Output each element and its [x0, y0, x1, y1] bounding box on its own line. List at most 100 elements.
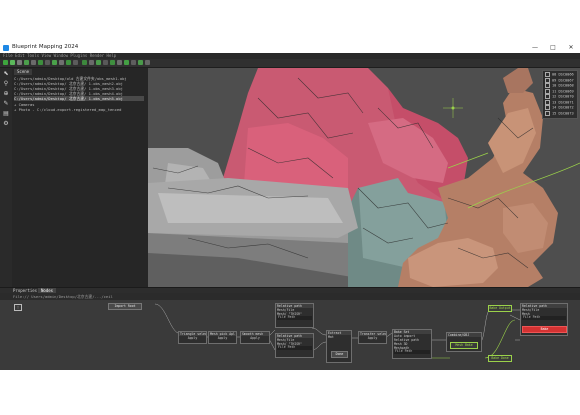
graph-root-icon[interactable]: ⬚ [14, 304, 22, 311]
projection-id: 12 [552, 94, 557, 99]
projection-name: DSC0073 [558, 111, 574, 115]
bake-done-button[interactable]: Bake Done [488, 355, 512, 362]
projection-name: DSC0068 [558, 83, 574, 88]
open-icon[interactable] [10, 60, 15, 65]
apply-button[interactable]: Apply [209, 336, 236, 340]
triangle-select-node[interactable]: Triangle select Apply [178, 331, 207, 344]
import-icon[interactable] [24, 60, 29, 65]
bake-icon[interactable] [103, 60, 108, 65]
render-icon[interactable] [66, 60, 71, 65]
projection-id: 14 [552, 105, 557, 110]
save-icon[interactable] [17, 60, 22, 65]
projection-id: 15 [552, 111, 557, 115]
checkbox-icon[interactable] [545, 94, 550, 99]
relative-path-node-2[interactable]: Relative path Mesh/File Mesh/ "THISR" Fi… [275, 333, 314, 358]
camera-icon[interactable] [52, 60, 57, 65]
project-icon[interactable] [110, 60, 115, 65]
search-icon[interactable]: ⚲ [3, 81, 9, 87]
settings-icon[interactable] [73, 60, 78, 65]
projection-row[interactable]: 11 DSC0069 [545, 88, 575, 94]
path-bar: File:// Users/admin/Desktop/北京古建/.../cei… [0, 293, 580, 300]
texture-icon[interactable] [96, 60, 101, 65]
combine-node[interactable]: Combine/OBJ Mesh Bake [446, 332, 482, 352]
scene-row-photo[interactable]: + Photo - C:/cloud.export.registered_map… [14, 107, 144, 112]
mesh-select-node[interactable]: Mesh pick Apl Apply [208, 331, 237, 344]
maximize-button[interactable]: □ [544, 43, 562, 53]
checkbox-icon[interactable] [545, 99, 550, 105]
app-logo-icon [3, 45, 9, 51]
checkbox-icon[interactable] [545, 110, 550, 116]
bake-output-button[interactable]: Bake Output [488, 305, 512, 312]
brush-icon[interactable]: ✎ [3, 101, 9, 107]
import-root-button[interactable]: Import Root [108, 303, 142, 310]
app-window: Blueprint Mapping 2024 — □ ✕ File Edit T… [0, 43, 580, 370]
file-path-field[interactable]: File Path [277, 315, 312, 320]
projection-row[interactable]: 09 DSC0067 [545, 77, 575, 83]
current-path[interactable]: File:// Users/admin/Desktop/北京古建/.../cei… [13, 293, 113, 300]
export-icon[interactable] [31, 60, 36, 65]
relative-path-node-1[interactable]: Relative path Mesh/File Mesh/ "THISR" Fi… [275, 303, 314, 328]
bake-set-node[interactable]: Bake Set Auto import Relative path Mesh … [392, 329, 432, 359]
extract-node[interactable]: Extract Mat Done [326, 330, 352, 363]
file-path-field[interactable]: File Path [522, 315, 566, 320]
apply-button[interactable]: Apply [241, 336, 269, 340]
projection-id: 10 [552, 83, 557, 88]
redo-icon[interactable] [45, 60, 50, 65]
select-icon[interactable] [124, 60, 129, 65]
projection-id: 11 [552, 89, 557, 93]
scene-tab[interactable]: Scene [14, 69, 33, 75]
projection-row[interactable]: 10 DSC0068 [545, 83, 575, 88]
file-path-field[interactable]: File Path [394, 349, 430, 354]
checkbox-icon[interactable] [545, 77, 550, 83]
projection-row[interactable]: 13 DSC0071 [545, 99, 575, 105]
smooth-mesh-node[interactable]: Smooth mesh Apply [240, 331, 270, 344]
checkbox-icon[interactable] [545, 83, 550, 88]
3d-viewport[interactable]: 08 DSC0066 09 DSC0067 10 DSC0068 11 DSC0… [148, 68, 580, 287]
projection-id: 08 [552, 72, 557, 77]
projection-name: DSC0066 [558, 72, 574, 77]
paint-icon[interactable] [117, 60, 122, 65]
transfer-select-node[interactable]: Transfer select Apply [358, 331, 387, 344]
mesh-icon[interactable] [89, 60, 94, 65]
node-title: Combine/OBJ [447, 333, 481, 337]
layers-tool-icon[interactable]: ▤ [3, 111, 9, 117]
gear-icon[interactable]: ⚙ [3, 121, 9, 127]
toolbar [0, 59, 580, 68]
projection-name: DSC0067 [558, 78, 574, 82]
projection-id: 13 [552, 100, 557, 104]
light-icon[interactable] [138, 60, 143, 65]
projection-name: DSC0070 [558, 94, 574, 99]
extract-done-button[interactable]: Done [331, 351, 348, 358]
scene-panel: Scene C:/Users/admin/Desktop/old 古建文件夹/o… [12, 68, 148, 287]
node-graph[interactable]: ⬚ Import Root Triangle select Apply Mesh… [0, 300, 580, 370]
projection-name: DSC0071 [558, 100, 574, 104]
checkbox-icon[interactable] [545, 105, 550, 110]
projection-name: DSC0069 [558, 89, 574, 93]
apply-button[interactable]: Apply [179, 336, 206, 340]
menu-items[interactable]: File Edit Tools View Window Plugins Rend… [3, 53, 116, 58]
checkbox-icon[interactable] [545, 72, 550, 77]
projection-row[interactable]: 12 DSC0070 [545, 94, 575, 99]
mesh-bake-button[interactable]: Mesh Bake [450, 342, 478, 349]
node-row: Mat [328, 335, 334, 339]
projection-row[interactable]: 14 DSC0072 [545, 105, 575, 110]
close-button[interactable]: ✕ [562, 43, 580, 53]
help-icon[interactable] [145, 60, 150, 65]
pointer-icon[interactable]: ⬉ [3, 71, 9, 77]
new-icon[interactable] [3, 60, 8, 65]
grid-icon[interactable] [59, 60, 64, 65]
file-path-field[interactable]: File Path [277, 345, 312, 350]
layers-icon[interactable] [82, 60, 87, 65]
scene-row-selected[interactable]: C:/Users/admin/Desktop/ 北京古建/ 1.obs_mesh… [14, 96, 144, 101]
minimize-button[interactable]: — [526, 43, 544, 53]
checkbox-icon[interactable] [545, 88, 550, 94]
viewport-render [148, 68, 580, 287]
projection-row[interactable]: 15 DSC0073 [545, 110, 575, 116]
bake-button[interactable]: Bake [522, 326, 567, 333]
projection-row[interactable]: 08 DSC0066 [545, 72, 575, 77]
apply-button[interactable]: Apply [359, 336, 386, 340]
undo-icon[interactable] [38, 60, 43, 65]
export-node[interactable]: Relative path Mesh/File Mesh File Path B… [520, 303, 568, 336]
transform-icon[interactable] [131, 60, 136, 65]
zoom-icon[interactable]: ⊕ [3, 91, 9, 97]
